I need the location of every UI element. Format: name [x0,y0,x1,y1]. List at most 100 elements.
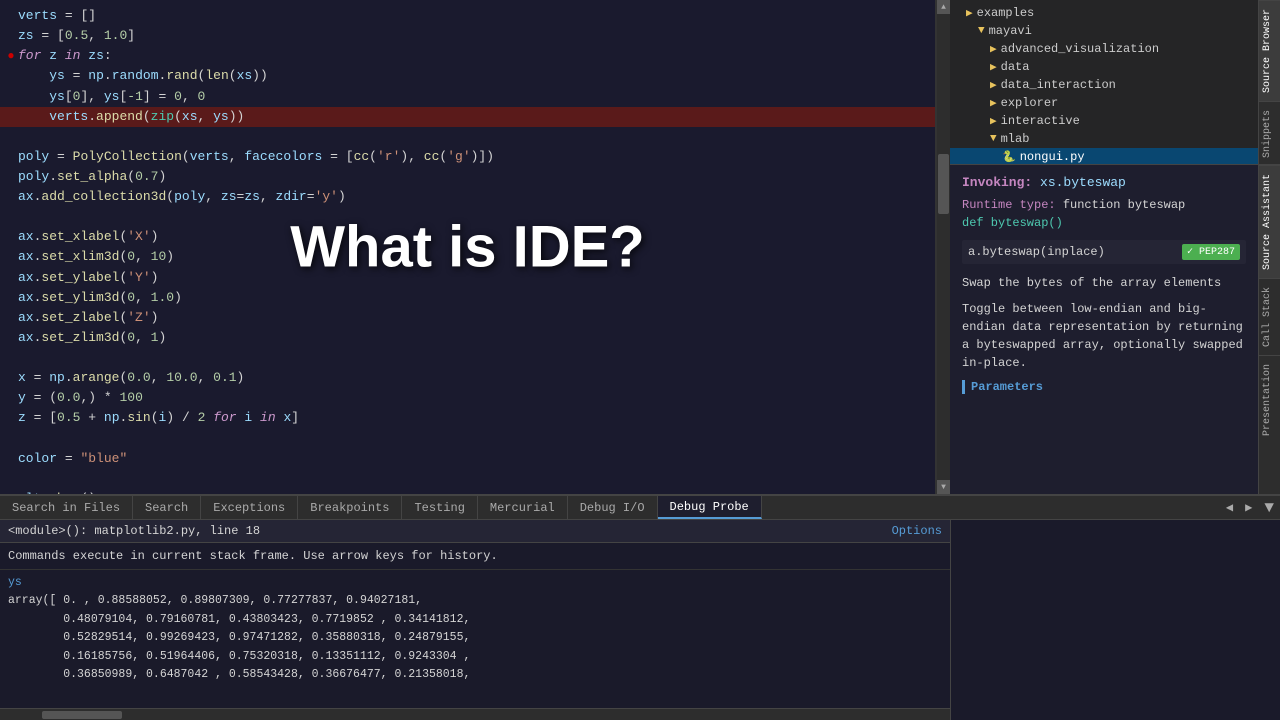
code-line-20: y = (0.0,) * 100 [0,388,935,408]
file-tree-examples[interactable]: ▶ examples [950,4,1258,22]
folder-icon-mayavi: ▼ [978,25,985,37]
horiz-scrollbar[interactable] [0,708,950,720]
editor-scrollbar[interactable]: ▲ ▼ [936,0,950,494]
hscroll-thumb[interactable] [42,711,122,719]
btab-arrows: ◀ ▶ ▼ [1220,497,1280,519]
folder-icon-interactive: ▶ [990,114,997,128]
file-tree-explorer-label: explorer [1001,96,1059,110]
code-line-22 [0,429,935,449]
folder-icon-advanced: ▶ [990,42,997,56]
debug-right [950,520,1280,720]
debug-output[interactable]: ys array([ 0. , 0.88588052, 0.89807309, … [0,570,950,708]
tab-debug-probe[interactable]: Debug Probe [658,496,762,519]
sa-signature: a.byteswap(inplace) ✓ PEP287 [962,240,1246,264]
file-tree-data[interactable]: ▶ data [950,58,1258,76]
debug-output-line-2: array([ 0. , 0.88588052, 0.89807309, 0.7… [8,592,942,610]
code-line-14: ax.set_ylabel('Y') [0,268,935,288]
file-tree-interactive[interactable]: ▶ interactive [950,112,1258,130]
vtab-presentation[interactable]: Presentation [1259,355,1280,444]
vtab-snippets[interactable]: ring Snippets [1259,101,1280,164]
vertical-tabs: Source Browser ring Snippets [1258,0,1280,164]
vtab-call-stack[interactable]: Call Stack [1259,278,1280,355]
tab-search[interactable]: Search [133,496,201,519]
code-line-4: ys = np.random.rand(len(xs)) [0,66,935,86]
file-tree-mlab[interactable]: ▼ mlab [950,130,1258,148]
file-tree-explorer[interactable]: ▶ explorer [950,94,1258,112]
file-tree-data-label: data [1001,60,1030,74]
debug-header: <module>(): matplotlib2.py, line 18 Opti… [0,520,950,543]
file-tree-nongui-label: nongui.py [1020,150,1085,164]
right-panel-inner: ▶ examples ▼ mayavi ▶ advanced_visualiza… [950,0,1280,164]
file-tree-data-interaction-label: data_interaction [1001,78,1116,92]
tab-exceptions[interactable]: Exceptions [201,496,298,519]
right-panel: ▶ examples ▼ mayavi ▶ advanced_visualiza… [950,0,1280,494]
btab-left-arrow[interactable]: ◀ [1220,498,1239,517]
vtab-source-browser[interactable]: Source Browser [1259,0,1280,101]
top-area: verts = [] zs = [0.5, 1.0] ● for z in zs… [0,0,1280,494]
btab-right-arrow[interactable]: ▶ [1239,498,1258,517]
scrollbar-thumb[interactable] [938,154,949,214]
sa-content: Invoking: xs.byteswap Runtime type: func… [950,165,1258,494]
scrollbar-track[interactable] [937,14,950,480]
code-line-21: z = [0.5 + np.sin(i) / 2 for i in x] [0,408,935,428]
bottom-tabs: Search in Files Search Exceptions Breakp… [0,494,1280,520]
folder-icon-explorer: ▶ [990,96,997,110]
code-line-9: poly.set_alpha(0.7) [0,167,935,187]
folder-icon-data-interaction: ▶ [990,78,997,92]
sa-def: def byteswap() [962,216,1246,230]
scroll-up-button[interactable]: ▲ [937,0,951,14]
sa-description2: Toggle between low-endian and big-endian… [962,300,1246,372]
file-browser[interactable]: ▶ examples ▼ mayavi ▶ advanced_visualiza… [950,0,1258,164]
bottom-debug: <module>(): matplotlib2.py, line 18 Opti… [0,520,1280,720]
sa-invoking-value: xs.byteswap [1040,175,1126,190]
file-tree-advanced-label: advanced_visualization [1001,42,1159,56]
debug-options-button[interactable]: Options [892,524,942,538]
file-tree-mayavi-label: mayavi [989,24,1032,38]
tab-debug-io[interactable]: Debug I/O [568,496,658,519]
folder-icon-data: ▶ [990,60,997,74]
py-icon-nongui: 🐍 [1002,150,1016,164]
code-line-6: verts.append(zip(xs, ys)) [0,107,935,127]
debug-commands: Commands execute in current stack frame.… [0,543,950,570]
code-line-10: ax.add_collection3d(poly, zs=zs, zdir='y… [0,187,935,207]
debug-header-text: <module>(): matplotlib2.py, line 18 [8,524,260,538]
debug-output-line-5: 0.16185756, 0.51964406, 0.75320318, 0.13… [8,648,942,666]
file-tree-data-interaction[interactable]: ▶ data_interaction [950,76,1258,94]
code-line-8: poly = PolyCollection(verts, facecolors … [0,147,935,167]
code-line-3: ● for z in zs: [0,46,935,66]
code-line-5: ys[0], ys[-1] = 0, 0 [0,87,935,107]
code-editor-wrapper: verts = [] zs = [0.5, 1.0] ● for z in zs… [0,0,950,494]
sa-runtime-value: function byteswap [1063,198,1185,212]
sa-invoking: Invoking: xs.byteswap [962,175,1246,190]
file-tree-advanced[interactable]: ▶ advanced_visualization [950,40,1258,58]
sa-vtabs: Source Assistant Call Stack Presentation [1258,165,1280,494]
code-line-11 [0,207,935,227]
debug-output-line-4: 0.52829514, 0.99269423, 0.97471282, 0.35… [8,629,942,647]
folder-icon: ▶ [966,6,973,20]
tab-testing[interactable]: Testing [402,496,477,519]
folder-icon-mlab: ▼ [990,133,997,145]
code-line-24 [0,469,935,489]
btab-dropdown[interactable]: ▼ [1258,497,1280,519]
vtab-source-assistant[interactable]: Source Assistant [1259,165,1280,278]
code-editor[interactable]: verts = [] zs = [0.5, 1.0] ● for z in zs… [0,0,936,494]
sa-description1: Swap the bytes of the array elements [962,274,1246,292]
tab-search-in-files[interactable]: Search in Files [0,496,133,519]
file-tree-interactive-label: interactive [1001,114,1080,128]
file-tree-nongui[interactable]: 🐍 nongui.py [950,148,1258,164]
code-content: verts = [] zs = [0.5, 1.0] ● for z in zs… [0,0,935,494]
debug-output-line-6: 0.36850989, 0.6487042 , 0.58543428, 0.36… [8,666,942,684]
tab-breakpoints[interactable]: Breakpoints [298,496,402,519]
tab-mercurial[interactable]: Mercurial [478,496,568,519]
scroll-down-button[interactable]: ▼ [937,480,951,494]
code-line-23: color = "blue" [0,449,935,469]
code-line-19: x = np.arange(0.0, 10.0, 0.1) [0,368,935,388]
sa-runtime: Runtime type: function byteswap [962,198,1246,212]
code-line-2: zs = [0.5, 1.0] [0,26,935,46]
file-tree-mayavi[interactable]: ▼ mayavi [950,22,1258,40]
code-line-13: ax.set_xlim3d(0, 10) [0,247,935,267]
code-line-15: ax.set_ylim3d(0, 1.0) [0,288,935,308]
file-tree-mlab-label: mlab [1001,132,1030,146]
pep-badge: ✓ PEP287 [1182,244,1240,260]
source-assistant-panel: Invoking: xs.byteswap Runtime type: func… [950,164,1280,494]
